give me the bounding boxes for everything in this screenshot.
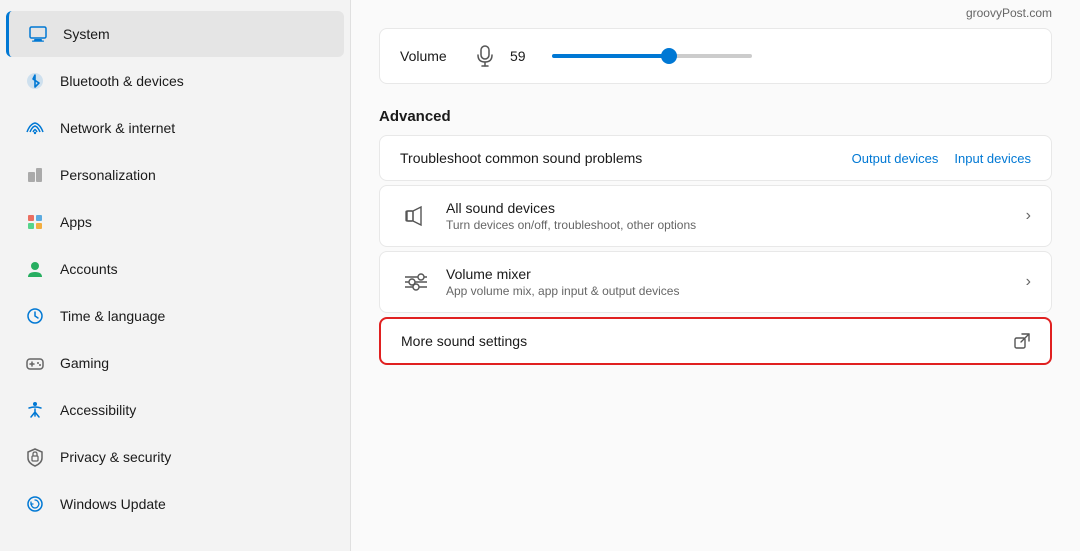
all-sound-devices-row[interactable]: All sound devices Turn devices on/off, t… [380,186,1051,246]
all-sound-devices-text: All sound devices Turn devices on/off, t… [446,200,1012,232]
sidebar-item-label: Personalization [60,167,156,183]
sidebar-item-apps[interactable]: Apps [6,199,344,245]
watermark: groovyPost.com [966,6,1052,20]
sidebar-item-label: System [63,26,110,42]
sidebar-item-label: Accessibility [60,402,136,418]
sidebar-item-label: Privacy & security [60,449,171,465]
personalization-icon [24,164,46,186]
more-sound-settings-row[interactable]: More sound settings [381,319,1050,363]
all-sound-devices-card[interactable]: All sound devices Turn devices on/off, t… [379,185,1052,247]
output-devices-link[interactable]: Output devices [852,151,939,166]
sidebar-item-label: Gaming [60,355,109,371]
sidebar-item-network[interactable]: Network & internet [6,105,344,151]
sidebar: System Bluetooth & devices Network & int… [0,0,350,551]
chevron-right-icon: › [1026,207,1031,225]
volume-card: Volume 59 [379,28,1052,84]
speaker-icon [400,200,432,232]
volume-mixer-card[interactable]: Volume mixer App volume mix, app input &… [379,251,1052,313]
sidebar-item-system[interactable]: System [6,11,344,57]
sidebar-item-gaming[interactable]: Gaming [6,340,344,386]
update-icon [24,493,46,515]
sidebar-item-update[interactable]: Windows Update [6,481,344,527]
sidebar-item-accessibility[interactable]: Accessibility [6,387,344,433]
bluetooth-icon [24,70,46,92]
system-icon [27,23,49,45]
volume-slider[interactable] [552,54,752,58]
sidebar-item-label: Windows Update [60,496,166,512]
troubleshoot-row: Troubleshoot common sound problems Outpu… [380,136,1051,180]
all-sound-devices-title: All sound devices [446,200,1012,216]
main-content: groovyPost.com Volume 59 Advanced Troubl… [350,0,1080,551]
sidebar-item-label: Network & internet [60,120,175,136]
privacy-icon [24,446,46,468]
apps-icon [24,211,46,233]
sidebar-item-label: Bluetooth & devices [60,73,184,89]
chevron-right-icon2: › [1026,273,1031,291]
gaming-icon [24,352,46,374]
volume-value: 59 [510,48,536,64]
mic-icon [476,45,494,67]
troubleshoot-links: Output devices Input devices [852,151,1031,166]
troubleshoot-card: Troubleshoot common sound problems Outpu… [379,135,1052,181]
sidebar-item-accounts[interactable]: Accounts [6,246,344,292]
time-icon [24,305,46,327]
sidebar-item-label: Apps [60,214,92,230]
sidebar-item-privacy[interactable]: Privacy & security [6,434,344,480]
sidebar-item-bluetooth[interactable]: Bluetooth & devices [6,58,344,104]
advanced-section-title: Advanced [379,104,1052,125]
volume-mixer-row[interactable]: Volume mixer App volume mix, app input &… [380,252,1051,312]
volume-mixer-title: Volume mixer [446,266,1012,282]
sidebar-item-label: Accounts [60,261,118,277]
more-sound-settings-card[interactable]: More sound settings [379,317,1052,365]
all-sound-devices-sub: Turn devices on/off, troubleshoot, other… [446,218,1012,232]
volume-mixer-text: Volume mixer App volume mix, app input &… [446,266,1012,298]
accessibility-icon [24,399,46,421]
network-icon [24,117,46,139]
sidebar-item-personalization[interactable]: Personalization [6,152,344,198]
sidebar-item-time[interactable]: Time & language [6,293,344,339]
sidebar-item-label: Time & language [60,308,165,324]
input-devices-link[interactable]: Input devices [954,151,1031,166]
accounts-icon [24,258,46,280]
volume-mixer-icon [400,266,432,298]
external-link-icon [1014,333,1030,349]
volume-slider-container [552,54,1031,58]
more-sound-settings-label: More sound settings [401,333,527,349]
troubleshoot-label: Troubleshoot common sound problems [400,150,642,166]
volume-mixer-sub: App volume mix, app input & output devic… [446,284,1012,298]
volume-label: Volume [400,48,460,64]
